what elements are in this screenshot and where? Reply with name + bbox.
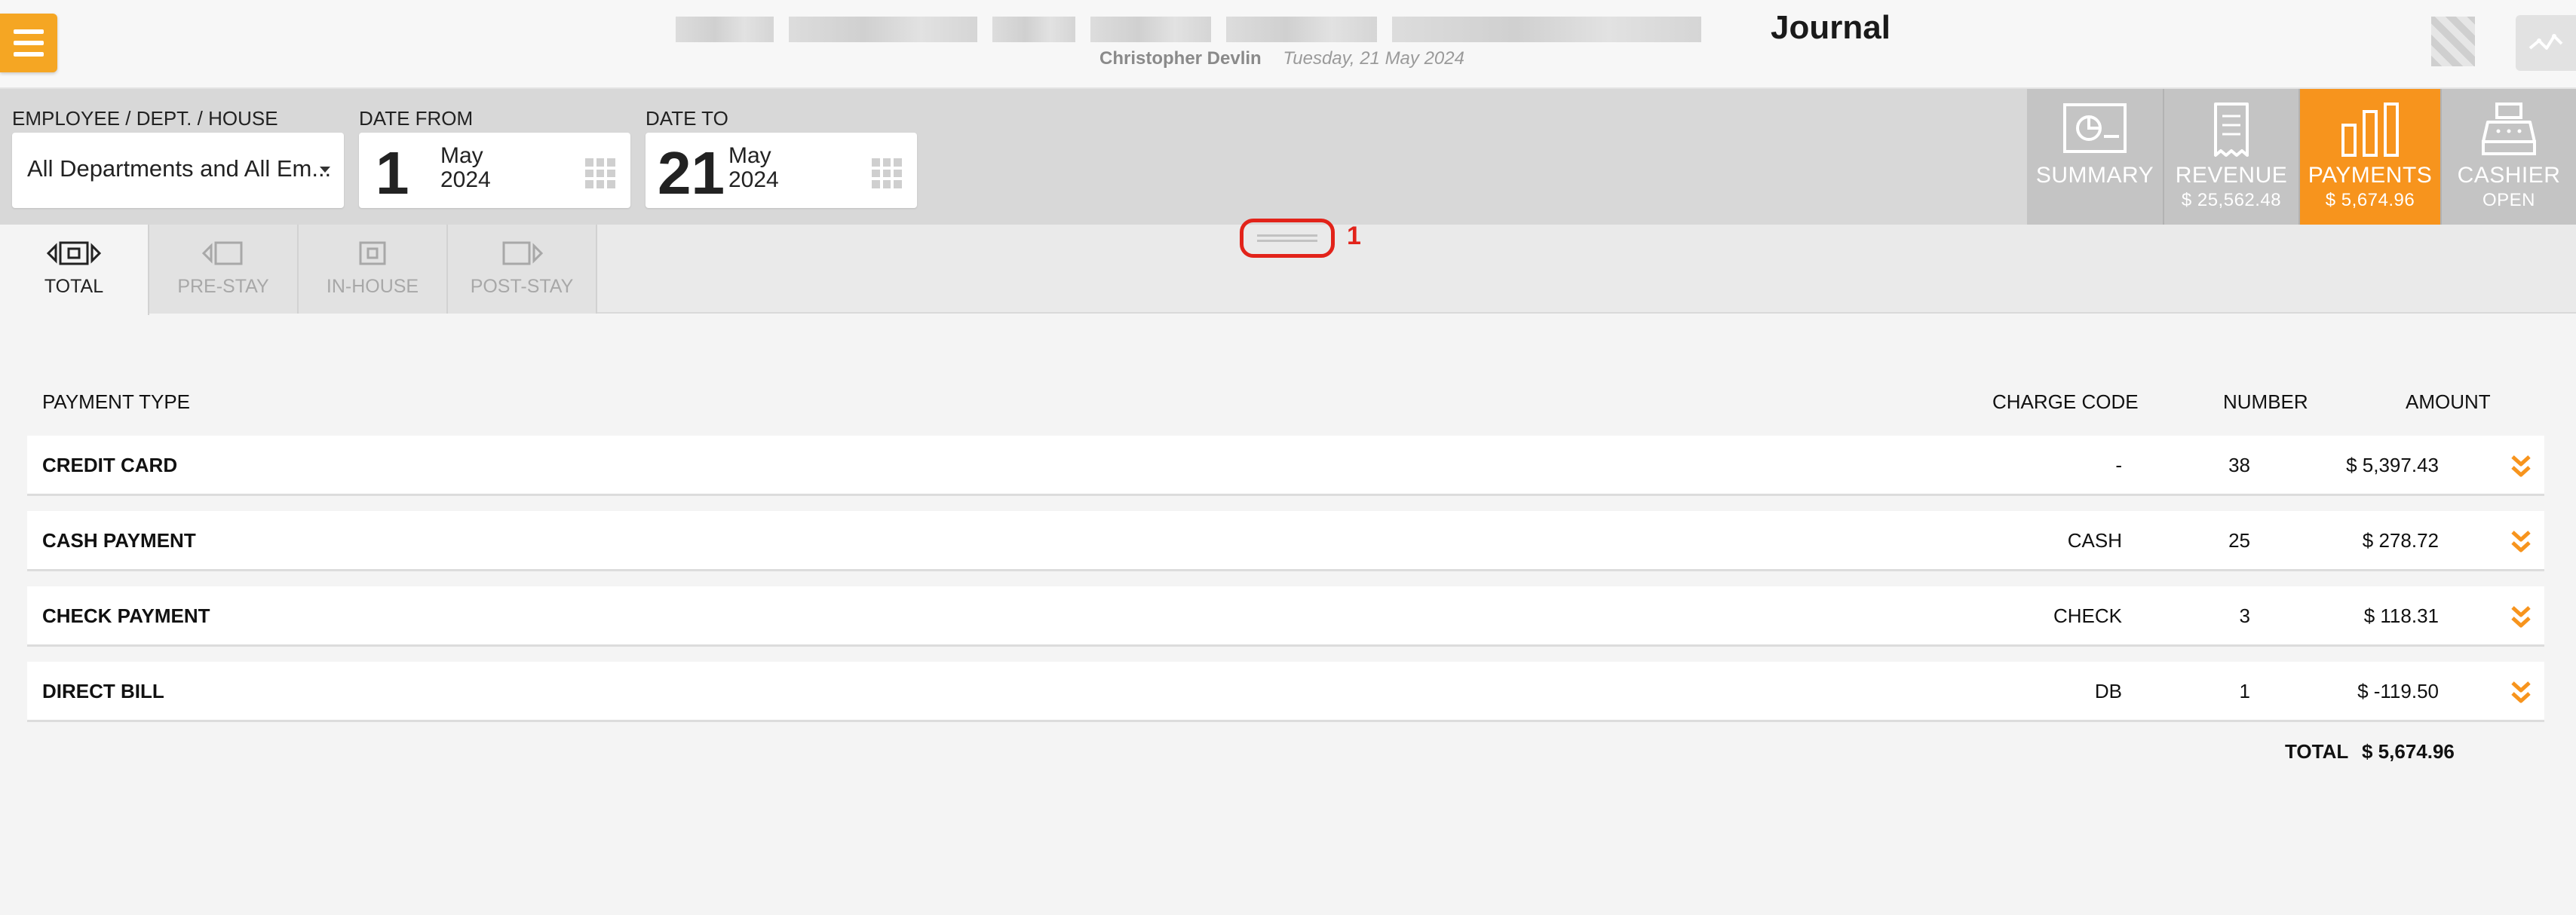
employee-dept-select[interactable]: All Departments and All Em...	[12, 133, 344, 208]
table-row[interactable]: CASH PAYMENT CASH 25 $ 278.72	[27, 511, 2544, 571]
payment-amount: $ 118.31	[2363, 604, 2439, 627]
menu-bar-icon	[14, 52, 44, 57]
date-from-day: 1	[376, 139, 409, 207]
date-to-picker[interactable]: 21 May 2024	[646, 133, 917, 208]
nav-tile-payments[interactable]: PAYMENTS $ 5,674.96	[2298, 89, 2440, 238]
expand-chevron-icon[interactable]	[2510, 678, 2532, 705]
annotation-marker: 1	[1347, 222, 1361, 250]
user-info: Christopher Devlin Tuesday, 21 May 2024	[1099, 48, 1464, 69]
hotel-name-redacted	[676, 14, 1753, 45]
employee-filter-label: EMPLOYEE / DEPT. / HOUSE	[12, 107, 278, 130]
page-title: Journal	[1771, 9, 1891, 46]
payment-amount: $ 278.72	[2362, 529, 2439, 552]
nav-tile-sub: OPEN	[2482, 190, 2535, 210]
table-row[interactable]: DIRECT BILL DB 1 $ -119.50	[27, 662, 2544, 722]
app-header: Journal Christopher Devlin Tuesday, 21 M…	[0, 0, 2576, 89]
tab-pre-stay[interactable]: PRE-STAY	[149, 225, 299, 314]
table-row[interactable]: CREDIT CARD - 38 $ 5,397.43	[27, 436, 2544, 496]
activity-button[interactable]	[2516, 15, 2576, 71]
tab-label: PRE-STAY	[177, 276, 269, 297]
nav-tile-cashier[interactable]: CASHIER OPEN	[2440, 89, 2576, 225]
date-from-month: May	[440, 143, 483, 168]
nav-tile-label: REVENUE	[2175, 163, 2288, 188]
menu-bar-icon	[14, 29, 44, 34]
cash-register-icon	[2482, 103, 2536, 155]
date-to-label: DATE TO	[646, 107, 728, 130]
grip-line-icon	[1257, 240, 1317, 242]
payment-count: 3	[2239, 604, 2250, 627]
charge-code: CASH	[2067, 529, 2122, 552]
charge-code: -	[2115, 454, 2122, 476]
user-name: Christopher Devlin	[1099, 48, 1262, 69]
employee-select-value: All Departments and All Em...	[27, 155, 332, 182]
payment-count: 1	[2239, 680, 2250, 702]
expand-chevron-icon[interactable]	[2510, 452, 2532, 479]
receipt-icon	[2214, 103, 2249, 157]
nav-tile-summary[interactable]: SUMMARY	[2027, 89, 2163, 225]
column-header-payment-type: PAYMENT TYPE	[42, 390, 191, 413]
nav-tile-label: SUMMARY	[2035, 163, 2154, 188]
current-date: Tuesday, 21 May 2024	[1283, 48, 1464, 69]
hamburger-menu-button[interactable]	[0, 14, 57, 72]
date-from-picker[interactable]: 1 May 2024	[359, 133, 630, 208]
in-house-icon	[359, 241, 386, 265]
expand-chevron-icon[interactable]	[2510, 528, 2532, 555]
payment-count: 25	[2228, 529, 2250, 552]
date-from-label: DATE FROM	[359, 107, 474, 130]
charge-code: DB	[2094, 680, 2122, 702]
date-to-year: 2024	[728, 167, 779, 192]
tab-label: TOTAL	[44, 276, 104, 297]
nav-tile-label: PAYMENTS	[2308, 163, 2433, 188]
expand-chevron-icon[interactable]	[2510, 603, 2532, 630]
payment-type: CREDIT CARD	[42, 454, 178, 476]
nav-tile-revenue[interactable]: REVENUE $ 25,562.48	[2163, 89, 2298, 225]
total-label: TOTAL	[2285, 740, 2349, 763]
menu-bar-icon	[14, 41, 44, 45]
tab-label: IN-HOUSE	[326, 276, 419, 297]
date-to-day: 21	[658, 139, 725, 207]
calendar-grid-icon	[872, 158, 902, 188]
tab-total[interactable]: TOTAL	[0, 225, 149, 315]
total-value: $ 5,674.96	[2362, 740, 2455, 763]
payment-type: DIRECT BILL	[42, 680, 164, 702]
column-header-number: NUMBER	[2223, 390, 2308, 413]
nav-tile-label: CASHIER	[2457, 163, 2561, 188]
table-row[interactable]: CHECK PAYMENT CHECK 3 $ 118.31	[27, 586, 2544, 647]
grip-line-icon	[1257, 234, 1317, 237]
column-header-amount: AMOUNT	[2406, 390, 2491, 413]
date-from-year: 2024	[440, 167, 491, 192]
pre-stay-icon	[202, 241, 243, 265]
payment-type: CASH PAYMENT	[42, 529, 196, 552]
calendar-grid-icon	[585, 158, 615, 188]
payment-count: 38	[2228, 454, 2250, 476]
avatar[interactable]	[2431, 17, 2475, 66]
activity-graph-icon	[2528, 34, 2563, 50]
date-to-month: May	[728, 143, 771, 168]
caret-down-icon	[320, 167, 330, 173]
payment-amount: $ -119.50	[2357, 680, 2439, 702]
payment-type: CHECK PAYMENT	[42, 604, 210, 627]
charge-code: CHECK	[2053, 604, 2122, 627]
total-stay-icon	[47, 241, 101, 265]
tab-label: POST-STAY	[470, 276, 574, 297]
column-header-charge-code: CHARGE CODE	[1992, 390, 2139, 413]
nav-tile-sub: $ 5,674.96	[2325, 190, 2415, 210]
tab-in-house[interactable]: IN-HOUSE	[299, 225, 448, 314]
summary-chart-icon	[2063, 103, 2127, 153]
payment-amount: $ 5,397.43	[2346, 454, 2439, 476]
drag-handle[interactable]	[1240, 219, 1335, 258]
tab-post-stay[interactable]: POST-STAY	[448, 225, 597, 314]
post-stay-icon	[502, 241, 543, 265]
nav-tile-sub: $ 25,562.48	[2181, 190, 2282, 210]
bar-chart-icon	[2341, 103, 2399, 157]
